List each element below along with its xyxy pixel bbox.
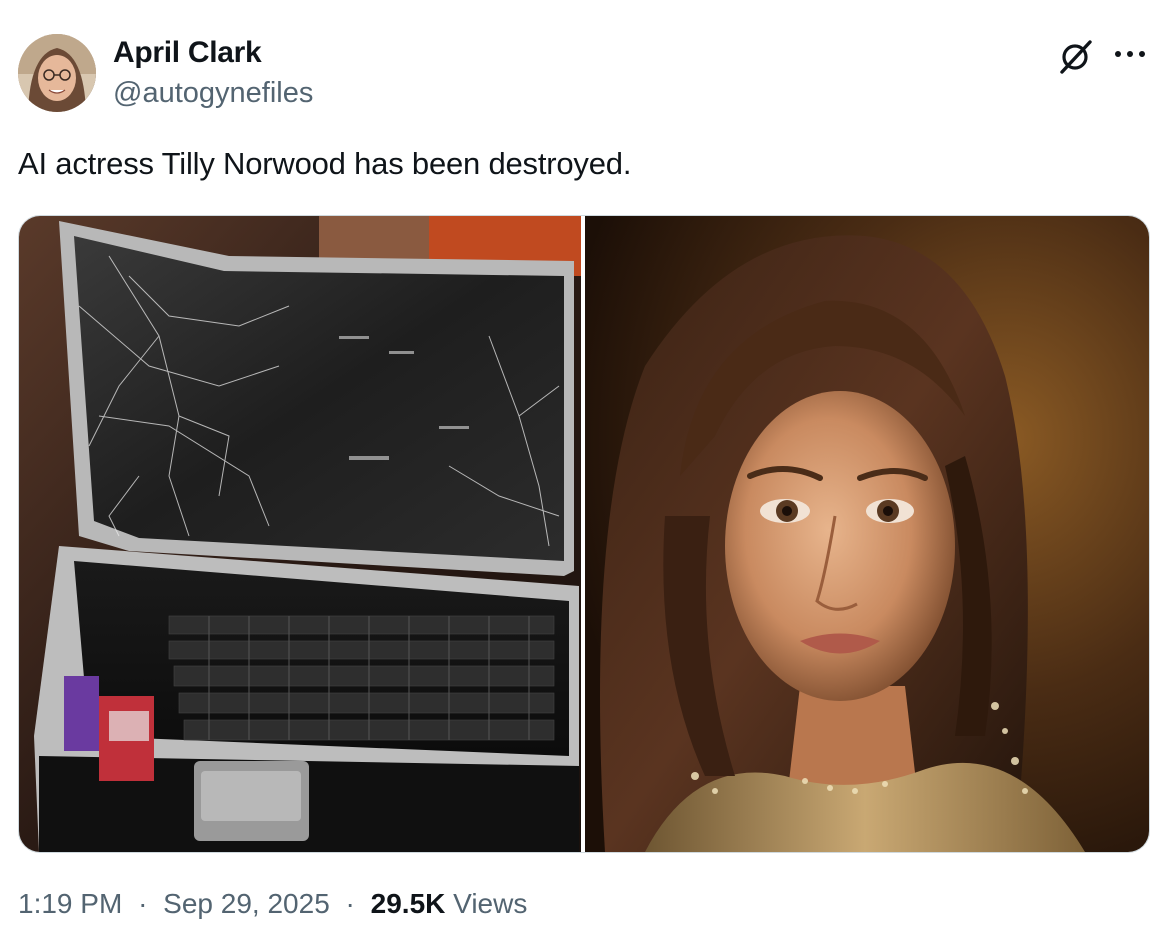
woman-portrait-photo[interactable]: [585, 216, 1149, 852]
media-grid: [18, 215, 1150, 853]
views-count[interactable]: 29.5K: [371, 888, 446, 919]
avatar[interactable]: [18, 34, 96, 112]
tweet-meta: 1:19 PM · Sep 29, 2025 · 29.5K Views: [18, 888, 527, 920]
more-options-icon[interactable]: [1110, 38, 1150, 70]
tweet-time[interactable]: 1:19 PM: [18, 888, 122, 919]
meta-separator: ·: [345, 888, 355, 919]
grok-icon[interactable]: [1056, 36, 1096, 76]
smashed-laptop-photo[interactable]: [19, 216, 581, 852]
tweet-text: AI actress Tilly Norwood has been destro…: [18, 146, 632, 181]
views-label[interactable]: Views: [453, 888, 527, 919]
author-handle[interactable]: @autogynefiles: [113, 77, 313, 110]
author-display-name[interactable]: April Clark: [113, 36, 262, 70]
meta-separator: ·: [138, 888, 148, 919]
tweet-date[interactable]: Sep 29, 2025: [163, 888, 330, 919]
